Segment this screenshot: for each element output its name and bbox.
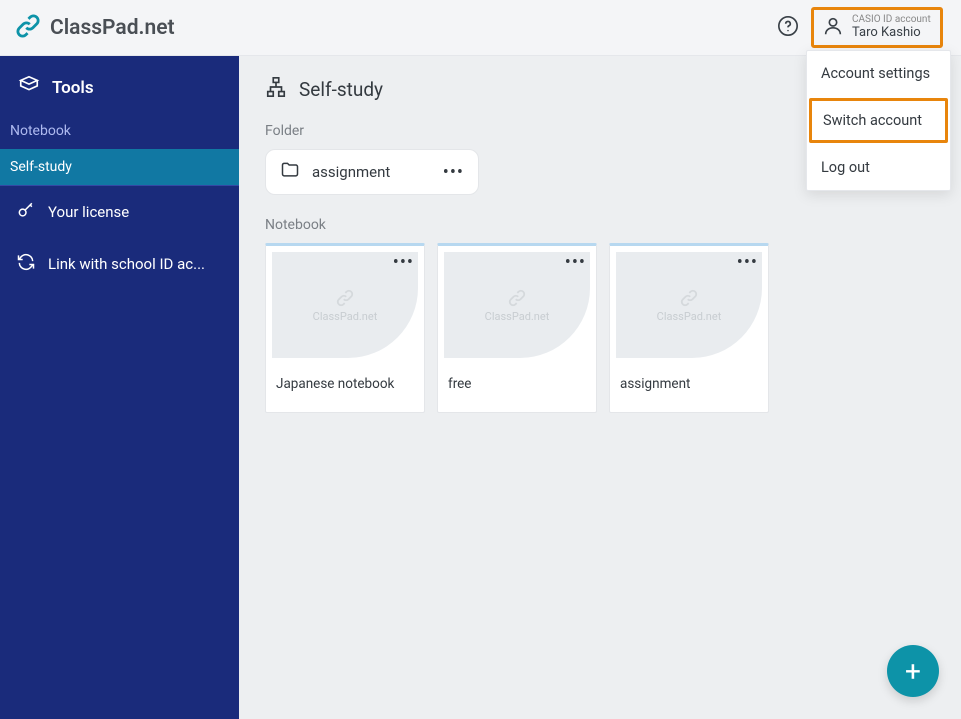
tools-icon <box>18 74 40 101</box>
sidebar-link-label: Link with school ID ac... <box>48 255 205 273</box>
card-more-button[interactable]: ••• <box>393 252 414 273</box>
folder-name: assignment <box>312 163 431 181</box>
sidebar: Tools Notebook Self-study Your license <box>0 56 239 719</box>
help-button[interactable] <box>773 13 803 43</box>
sidebar-item-self-study[interactable]: Self-study <box>0 149 239 185</box>
folder-icon <box>280 160 300 184</box>
page-title-text: Self-study <box>299 78 383 101</box>
menu-item-account-settings[interactable]: Account settings <box>807 51 950 96</box>
sitemap-icon <box>265 76 287 103</box>
notebook-card-row: ClassPad.net ••• Japanese notebook Class… <box>265 243 935 413</box>
plus-icon: + <box>905 655 921 688</box>
sidebar-link-school-id[interactable]: Link with school ID ac... <box>0 238 239 290</box>
account-button[interactable]: CASIO ID account Taro Kashio <box>811 7 943 47</box>
sidebar-link-license[interactable]: Your license <box>0 186 239 238</box>
card-more-button[interactable]: ••• <box>565 252 586 273</box>
account-name: Taro Kashio <box>852 26 931 41</box>
brand-icon <box>14 12 42 44</box>
sidebar-item-notebook[interactable]: Notebook <box>0 113 239 149</box>
key-icon <box>16 200 36 224</box>
add-button[interactable]: + <box>887 645 939 697</box>
card-title: Japanese notebook <box>266 364 424 412</box>
folder-more-button[interactable]: ••• <box>443 162 464 183</box>
notebook-card[interactable]: ClassPad.net ••• free <box>437 243 597 413</box>
menu-item-switch-account[interactable]: Switch account <box>809 98 948 143</box>
sidebar-group-label: Tools <box>52 78 94 98</box>
card-more-button[interactable]: ••• <box>737 252 758 273</box>
help-icon <box>777 15 799 41</box>
user-icon <box>822 15 844 41</box>
watermark: ClassPad.net <box>313 288 378 323</box>
card-title: free <box>438 364 596 412</box>
card-thumbnail: ClassPad.net ••• <box>610 246 768 364</box>
notebook-section-label: Notebook <box>265 217 935 233</box>
watermark: ClassPad.net <box>485 288 550 323</box>
card-title: assignment <box>610 364 768 412</box>
sync-icon <box>16 252 36 276</box>
card-thumbnail: ClassPad.net ••• <box>266 246 424 364</box>
account-menu: Account settings Switch account Log out <box>806 50 951 191</box>
sidebar-link-label: Your license <box>48 203 129 221</box>
notebook-card[interactable]: ClassPad.net ••• Japanese notebook <box>265 243 425 413</box>
brand: ClassPad.net <box>14 12 175 44</box>
watermark: ClassPad.net <box>657 288 722 323</box>
folder-item[interactable]: assignment ••• <box>265 149 479 195</box>
app-header: ClassPad.net CASIO ID account Taro Kashi… <box>0 0 961 56</box>
card-thumbnail: ClassPad.net ••• <box>438 246 596 364</box>
sidebar-group-tools: Tools <box>0 56 239 113</box>
notebook-card[interactable]: ClassPad.net ••• assignment <box>609 243 769 413</box>
menu-item-log-out[interactable]: Log out <box>807 145 950 190</box>
brand-text: ClassPad.net <box>50 16 175 40</box>
